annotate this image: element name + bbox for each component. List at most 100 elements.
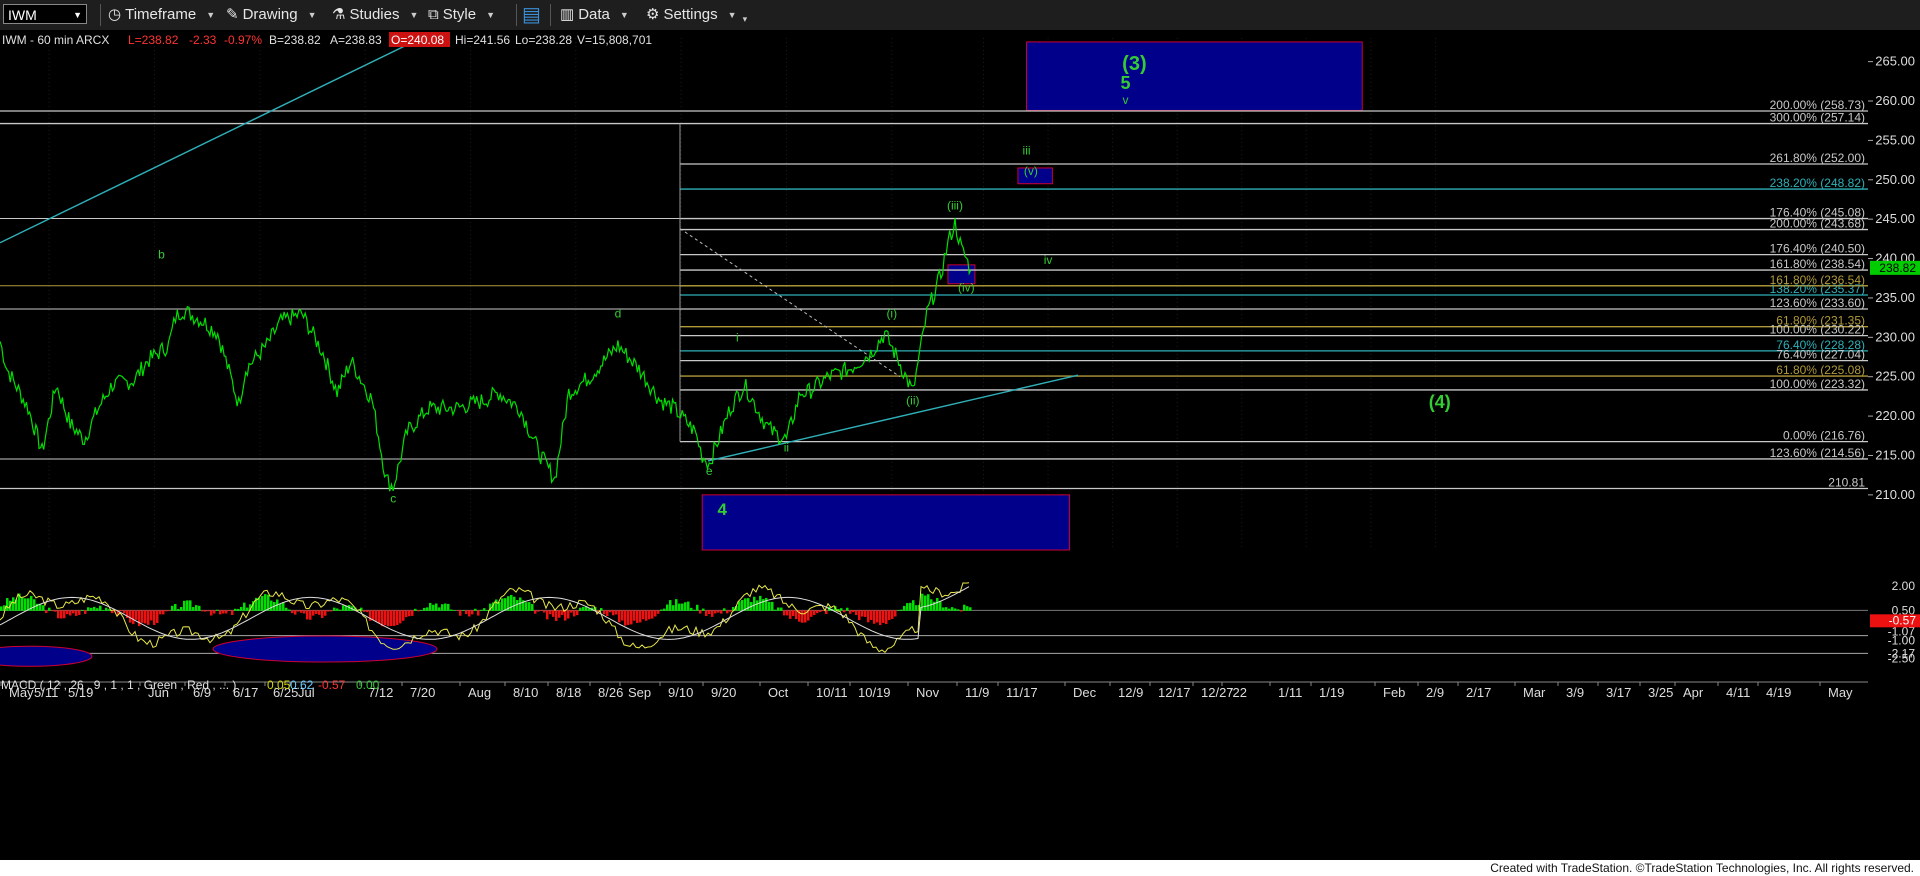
macd-bar xyxy=(582,606,585,611)
macd-bar xyxy=(510,594,513,611)
chevron-down-icon[interactable]: ▼ xyxy=(73,5,82,25)
macd-bar xyxy=(87,607,90,611)
fib-label: 61.80% (225.08) xyxy=(1776,363,1865,377)
symbol-input[interactable]: IWM ▼ xyxy=(3,4,87,24)
x-tick-label: 3/9 xyxy=(1566,685,1584,700)
symbol-value: IWM xyxy=(8,7,37,23)
macd-bar xyxy=(699,610,702,614)
header-last: L=238.82 xyxy=(128,33,179,47)
macd-bar xyxy=(486,610,489,611)
wave-label: b xyxy=(158,248,165,262)
macd-bar xyxy=(81,609,84,611)
overflow-icon: ▾ xyxy=(742,14,748,24)
settings-menu[interactable]: ⚙ Settings ▼ ▾ xyxy=(646,5,747,25)
macd-bar xyxy=(21,597,24,611)
header-change: -2.33 xyxy=(189,33,217,47)
macd-bar xyxy=(939,600,942,611)
macd-bar xyxy=(867,610,870,623)
chevron-down-icon: ▼ xyxy=(727,10,737,20)
macd-bar xyxy=(432,604,435,611)
y-tick-label: 245.00 xyxy=(1875,211,1915,226)
macd-bar xyxy=(630,610,633,625)
macd-bar xyxy=(642,610,645,620)
macd-bar xyxy=(138,610,141,627)
fib-label: 161.80% (238.54) xyxy=(1770,257,1865,271)
price-chart[interactable]: (3)4 200.00% (258.73)300.00% (257.14)261… xyxy=(0,30,1920,876)
macd-bar xyxy=(132,610,135,625)
wave-label: (ii) xyxy=(906,393,919,407)
macd-bar xyxy=(393,610,396,626)
x-tick-label: 4/19 xyxy=(1766,685,1791,700)
macd-bar xyxy=(912,600,915,611)
macd-bar xyxy=(90,607,93,611)
macd-bar xyxy=(51,610,54,612)
x-tick-label: 9/20 xyxy=(711,685,736,700)
gear-icon: ⚙ xyxy=(646,6,660,23)
macd-bar xyxy=(408,610,411,617)
layout-icon[interactable]: ▤ xyxy=(522,5,541,25)
macd-bar xyxy=(387,610,390,627)
timeframe-label: Timeframe xyxy=(125,6,197,23)
macd-bar xyxy=(741,599,744,611)
y-tick-label: 235.00 xyxy=(1875,290,1915,305)
macd-bar xyxy=(462,610,465,611)
macd-bar xyxy=(141,610,144,623)
macd-bar xyxy=(864,610,867,617)
style-menu[interactable]: ⧉ Style ▼ xyxy=(428,5,495,25)
x-tick-label: 12/9 xyxy=(1118,685,1143,700)
macd-bar xyxy=(615,610,618,615)
macd-bar xyxy=(747,598,750,611)
x-tick-label: Sep xyxy=(628,685,651,700)
macd-bar xyxy=(402,610,405,621)
x-tick-label: 11/17 xyxy=(1006,685,1038,700)
macd-bar xyxy=(477,610,480,616)
macd-bar xyxy=(366,610,369,613)
macd-bar xyxy=(573,610,576,617)
macd-bar xyxy=(291,610,294,614)
macd-bar xyxy=(162,610,165,615)
macd-bar xyxy=(300,610,303,613)
macd-bar xyxy=(66,610,69,615)
macd-bar xyxy=(186,600,189,611)
macd-bar xyxy=(564,610,567,621)
macd-bar xyxy=(540,610,543,611)
header-low: Lo=238.28 xyxy=(515,33,572,47)
timeframe-menu[interactable]: ◷ Timeframe ▼ xyxy=(108,5,215,25)
macd-bar xyxy=(246,607,249,611)
macd-bar xyxy=(711,610,714,617)
macd-bar xyxy=(819,610,822,613)
macd-bar xyxy=(417,610,420,612)
macd-bar xyxy=(675,599,678,611)
fib-label: 100.00% (223.32) xyxy=(1770,377,1865,391)
macd-bar xyxy=(822,610,825,611)
header-ask: A=238.83 xyxy=(330,33,382,47)
macd-bar xyxy=(525,602,528,611)
macd-bar xyxy=(315,610,318,614)
macd-bar xyxy=(0,606,3,611)
macd-bar xyxy=(45,610,48,614)
x-tick-label: Mar xyxy=(1523,685,1546,700)
macd-bar xyxy=(12,597,15,611)
macd-bar xyxy=(495,599,498,611)
fib-label: 76.40% (227.04) xyxy=(1776,348,1865,362)
macd-bar xyxy=(378,610,381,624)
wave-label: (iii) xyxy=(947,199,963,213)
macd-bar xyxy=(681,603,684,611)
macd-bar xyxy=(270,600,273,611)
last-price-label: 238.82 xyxy=(1879,261,1916,275)
x-tick-label: 2/9 xyxy=(1426,685,1444,700)
macd-bar xyxy=(144,610,147,624)
macd-bar xyxy=(519,597,522,611)
data-menu[interactable]: ▥ Data ▼ xyxy=(560,5,629,25)
macd-bar xyxy=(399,610,402,624)
zone-label: 4 xyxy=(717,500,727,519)
style-icon: ⧉ xyxy=(428,6,439,23)
macd-bar xyxy=(870,610,873,621)
x-tick-label: Feb xyxy=(1383,685,1405,700)
drawing-menu[interactable]: ✎ Drawing ▼ xyxy=(226,5,317,25)
studies-menu[interactable]: ⚗ Studies ▼ xyxy=(332,5,418,25)
macd-bar xyxy=(708,610,711,615)
macd-bar xyxy=(54,610,57,612)
wave-label: 5 xyxy=(1121,73,1131,93)
macd-bar xyxy=(549,610,552,615)
